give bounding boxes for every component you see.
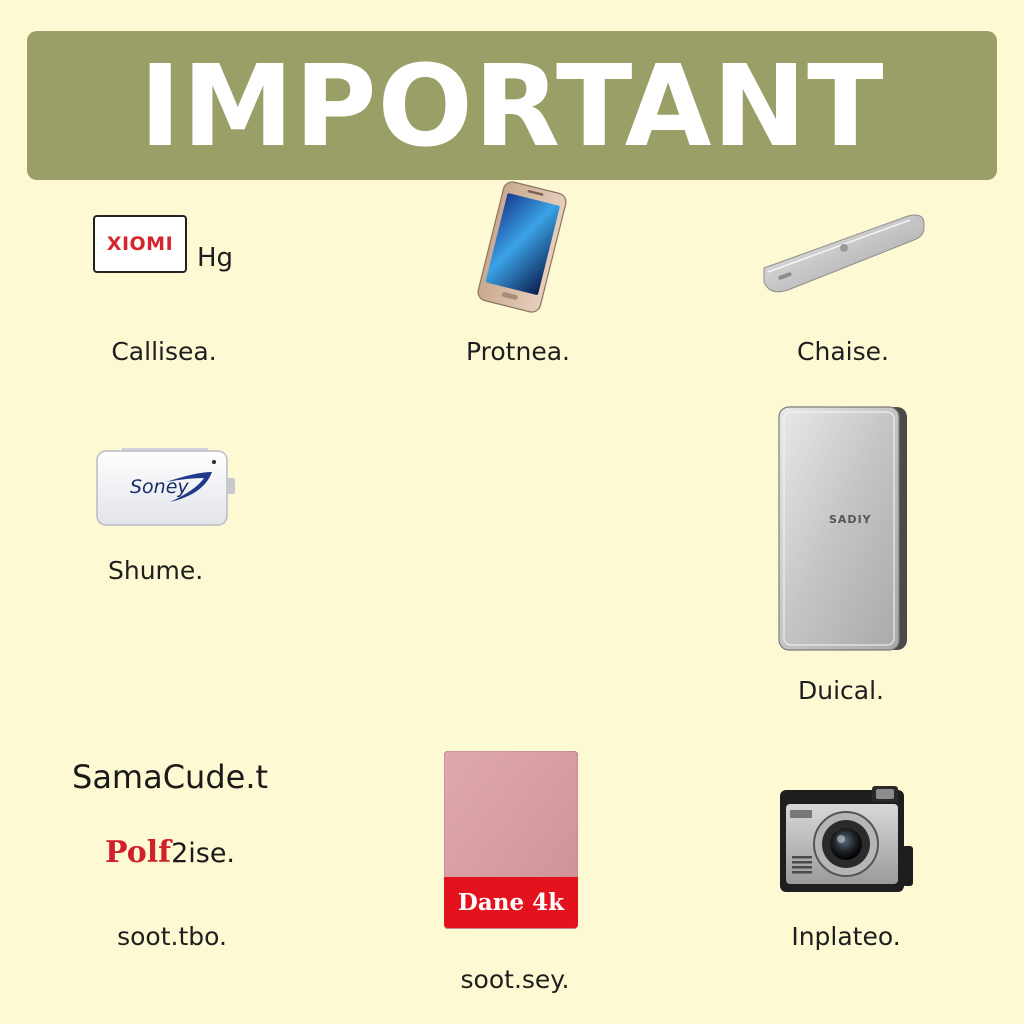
caption-soot-tbo: soot.tbo. bbox=[117, 922, 227, 951]
camera-icon bbox=[780, 786, 913, 892]
silver-tablet-icon bbox=[778, 406, 907, 651]
polf-logo: Polf2ise. bbox=[105, 835, 235, 870]
hg-label: Hg bbox=[197, 243, 234, 273]
caption-soot-sey: soot.sey. bbox=[460, 965, 570, 994]
samacude-logo-text: SamaCude.t bbox=[72, 758, 269, 796]
smartphone-icon bbox=[477, 181, 567, 313]
caption-protnea: Protnea. bbox=[466, 337, 570, 366]
xiaomi-logo-text: XIOMI bbox=[106, 233, 174, 255]
xiaomi-logo: XIOMI bbox=[93, 215, 187, 273]
caption-chaise: Chaise. bbox=[797, 337, 889, 366]
caption-shume: Shume. bbox=[108, 556, 204, 585]
caption-inplateo: Inplateo. bbox=[791, 922, 901, 951]
caption-duical: Duical. bbox=[798, 676, 884, 705]
sadiy-logo-text: SADIY bbox=[829, 513, 872, 526]
caption-callisea: Callisea. bbox=[111, 337, 217, 366]
silver-phone-icon bbox=[763, 214, 925, 293]
important-banner: IMPORTANT bbox=[27, 31, 997, 180]
dane-4k-label: Dane 4k bbox=[444, 877, 578, 928]
dane-4k-text: Dane 4k bbox=[457, 889, 565, 916]
polf-logo-red: Polf bbox=[105, 835, 172, 870]
soney-logo-text: Soney bbox=[130, 476, 189, 498]
banner-title: IMPORTANT bbox=[139, 41, 885, 172]
polf-logo-rest: 2ise. bbox=[171, 838, 236, 869]
